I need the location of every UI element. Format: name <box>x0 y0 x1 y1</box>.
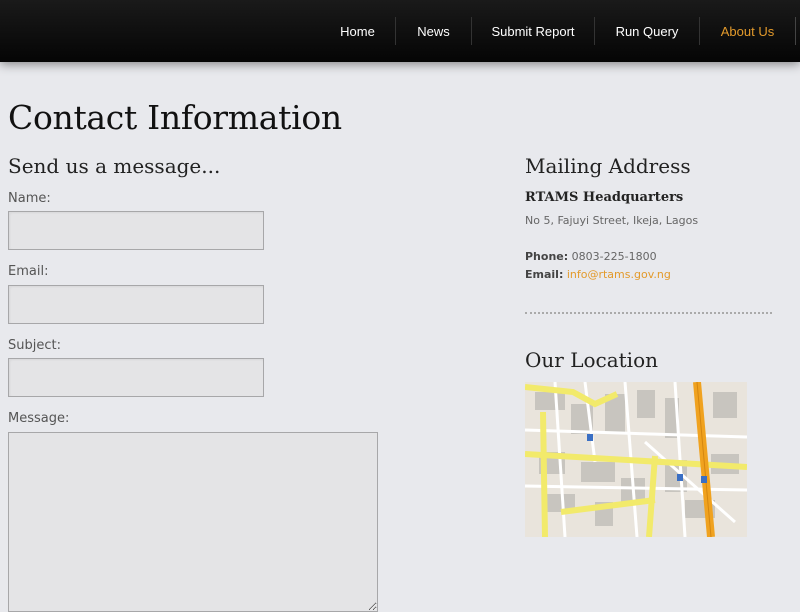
subject-label: Subject: <box>8 338 61 353</box>
location-heading: Our Location <box>525 348 658 372</box>
map-thumbnail-icon <box>525 382 747 537</box>
email-row: Email: info@rtams.gov.ng <box>525 268 671 281</box>
form-heading: Send us a message... <box>8 154 221 178</box>
message-field[interactable] <box>8 432 378 612</box>
email-field[interactable] <box>8 285 264 324</box>
nav-home[interactable]: Home <box>320 17 396 45</box>
email-label: Email: <box>8 264 49 279</box>
nav-run-query[interactable]: Run Query <box>595 17 700 45</box>
phone-label: Phone: <box>525 250 569 263</box>
phone-value: 0803-225-1800 <box>571 250 657 263</box>
message-label: Message: <box>8 411 70 426</box>
organization-name: RTAMS Headquarters <box>525 190 684 205</box>
location-map[interactable] <box>525 382 747 537</box>
name-field[interactable] <box>8 211 264 250</box>
nav-news[interactable]: News <box>396 17 472 45</box>
main-nav: Home News Submit Report Run Query About … <box>320 0 800 62</box>
page-title: Contact Information <box>8 98 342 137</box>
mailing-heading: Mailing Address <box>525 154 691 178</box>
phone-row: Phone: 0803-225-1800 <box>525 250 657 263</box>
email-label-right: Email: <box>525 268 564 281</box>
nav-about-us[interactable]: About Us <box>700 17 796 45</box>
nav-submit-report[interactable]: Submit Report <box>472 17 595 45</box>
subject-field[interactable] <box>8 358 264 397</box>
street-address: No 5, Fajuyi Street, Ikeja, Lagos <box>525 214 699 227</box>
email-link[interactable]: info@rtams.gov.ng <box>567 268 671 281</box>
name-label: Name: <box>8 191 51 206</box>
dotted-divider <box>525 312 772 314</box>
top-navigation-bar: Home News Submit Report Run Query About … <box>0 0 800 62</box>
